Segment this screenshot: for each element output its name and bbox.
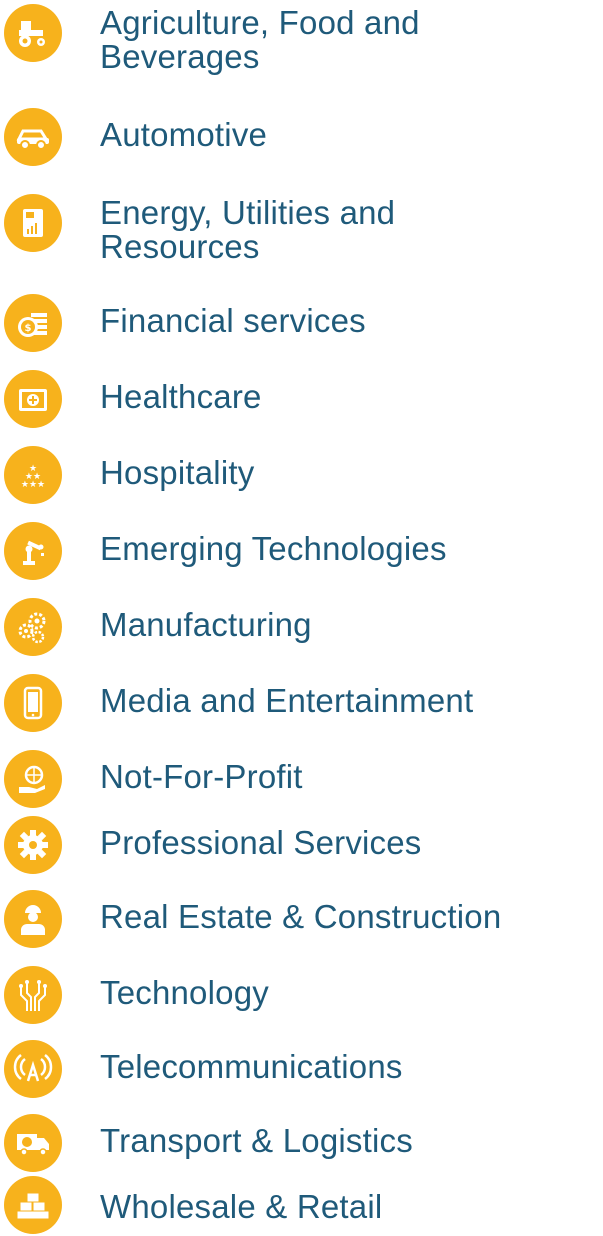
industry-item-wholesale[interactable]: Wholesale & Retail bbox=[0, 1176, 603, 1236]
svg-text:★★★: ★★★ bbox=[21, 480, 45, 490]
industry-label: Telecommunications bbox=[100, 1048, 403, 1085]
industry-label: Transport & Logistics bbox=[100, 1122, 413, 1159]
antenna-icon bbox=[4, 1040, 62, 1098]
construction-worker-icon bbox=[4, 890, 62, 948]
stacked-boxes-icon bbox=[4, 1176, 62, 1234]
industry-item-financial[interactable]: $ Financial services bbox=[0, 294, 603, 352]
industry-label: Real Estate & Construction bbox=[100, 898, 502, 935]
cog-icon bbox=[4, 816, 62, 874]
industry-label: Manufacturing bbox=[100, 606, 312, 643]
industry-item-manufacturing[interactable]: Manufacturing bbox=[0, 598, 603, 656]
industry-item-emerging-technologies[interactable]: Emerging Technologies bbox=[0, 522, 603, 580]
industry-item-hospitality[interactable]: ★ ★★ ★★★ Hospitality bbox=[0, 446, 603, 504]
tractor-icon bbox=[4, 4, 62, 62]
industry-item-media[interactable]: Media and Entertainment bbox=[0, 674, 603, 732]
industry-item-professional-services[interactable]: Professional Services bbox=[0, 816, 603, 874]
industry-item-agriculture[interactable]: Agriculture, Food and Beverages bbox=[0, 0, 603, 86]
industry-label: Technology bbox=[100, 974, 269, 1011]
circuit-icon bbox=[4, 966, 62, 1024]
delivery-truck-icon bbox=[4, 1114, 62, 1172]
industry-label: Automotive bbox=[100, 116, 268, 153]
svg-text:$: $ bbox=[25, 323, 32, 334]
mobile-phone-icon bbox=[4, 674, 62, 732]
industry-item-telecommunications[interactable]: Telecommunications bbox=[0, 1040, 603, 1098]
industry-item-automotive[interactable]: Automotive bbox=[0, 108, 603, 166]
industry-label: Professional Services bbox=[100, 824, 422, 861]
robot-arm-icon bbox=[4, 522, 62, 580]
car-icon bbox=[4, 108, 62, 166]
industry-label: Financial services bbox=[100, 302, 366, 339]
stars-icon: ★ ★★ ★★★ bbox=[4, 446, 62, 504]
industry-label: Healthcare bbox=[100, 378, 262, 415]
industry-list: Agriculture, Food and Beverages Automoti… bbox=[0, 0, 603, 1236]
industry-item-transport[interactable]: Transport & Logistics bbox=[0, 1114, 603, 1172]
industry-item-real-estate[interactable]: Real Estate & Construction bbox=[0, 890, 603, 948]
industry-label: Agriculture, Food and Beverages bbox=[100, 4, 420, 75]
industry-item-technology[interactable]: Technology bbox=[0, 966, 603, 1024]
industry-label: Not-For-Profit bbox=[100, 758, 303, 795]
industry-item-energy[interactable]: Energy, Utilities and Resources bbox=[0, 194, 603, 274]
gears-icon bbox=[4, 598, 62, 656]
industry-label: Wholesale & Retail bbox=[100, 1188, 383, 1225]
industry-label: Hospitality bbox=[100, 454, 255, 491]
coins-icon: $ bbox=[4, 294, 62, 352]
industry-label: Energy, Utilities and Resources bbox=[100, 194, 396, 265]
medical-kit-icon bbox=[4, 370, 62, 428]
industry-label: Media and Entertainment bbox=[100, 682, 474, 719]
globe-in-hand-icon bbox=[4, 750, 62, 808]
industry-item-not-for-profit[interactable]: Not-For-Profit bbox=[0, 750, 603, 808]
industry-item-healthcare[interactable]: Healthcare bbox=[0, 370, 603, 428]
energy-meter-icon bbox=[4, 194, 62, 252]
industry-label: Emerging Technologies bbox=[100, 530, 447, 567]
